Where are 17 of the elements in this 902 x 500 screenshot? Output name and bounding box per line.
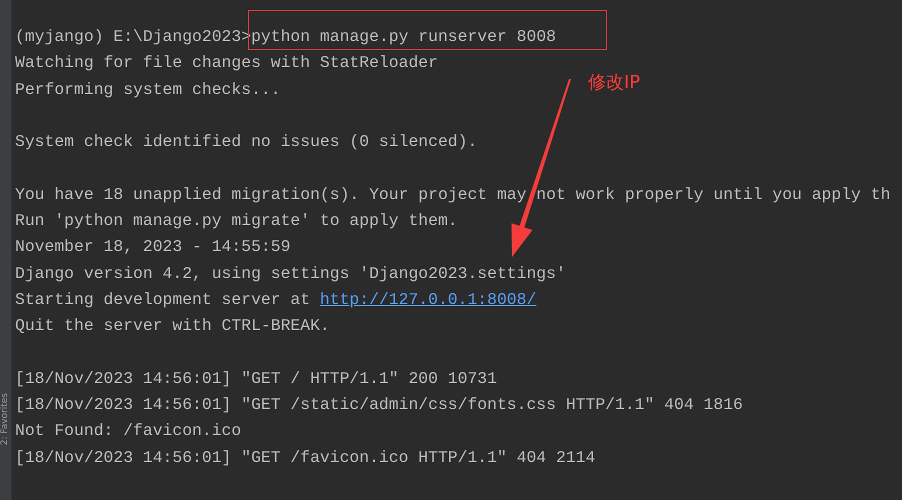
terminal-output-line: Django version 4.2, using settings 'Django2023.settings' [15,264,566,283]
terminal-output-line: You have 18 unapplied migration(s). Your project may not work properly until you apply th [15,184,890,204]
terminal-output-line: Starting development server at [15,290,312,309]
terminal-output-line: [18/Nov/2023 14:56:01] "GET /favicon.ico HTTP/1.1" 404 2114 [15,448,596,467]
annotation-label: 修改IP [588,71,640,94]
terminal-command: python manage.py runserver 8008 [251,27,556,46]
terminal-output-line: Performing system checks... [15,80,281,99]
terminal-output-line: Watching for file changes with StatReloader [15,53,438,72]
terminal-output-line: November 18, 2023 - 14:55:59 [15,237,290,256]
terminal-output-line: [18/Nov/2023 14:56:01] "GET / HTTP/1.1" 200 10731 [15,368,497,388]
server-url-link[interactable]: http://127.0.0.1:8008/ [320,290,536,309]
terminal-output-line: Not Found: /favicon.ico [15,421,242,440]
terminal-output-line: Run 'python manage.py migrate' to apply them. [15,211,458,230]
favorites-tab[interactable]: 2: Favorites [0,392,11,445]
terminal-output-line: [18/Nov/2023 14:56:01] "GET /static/admin/css/fonts.css HTTP/1.1" 404 1816 [15,395,743,414]
terminal-output-line: System check identified no issues (0 silenced). [15,132,478,152]
terminal-output-line: Quit the server with CTRL-BREAK. [15,316,330,336]
